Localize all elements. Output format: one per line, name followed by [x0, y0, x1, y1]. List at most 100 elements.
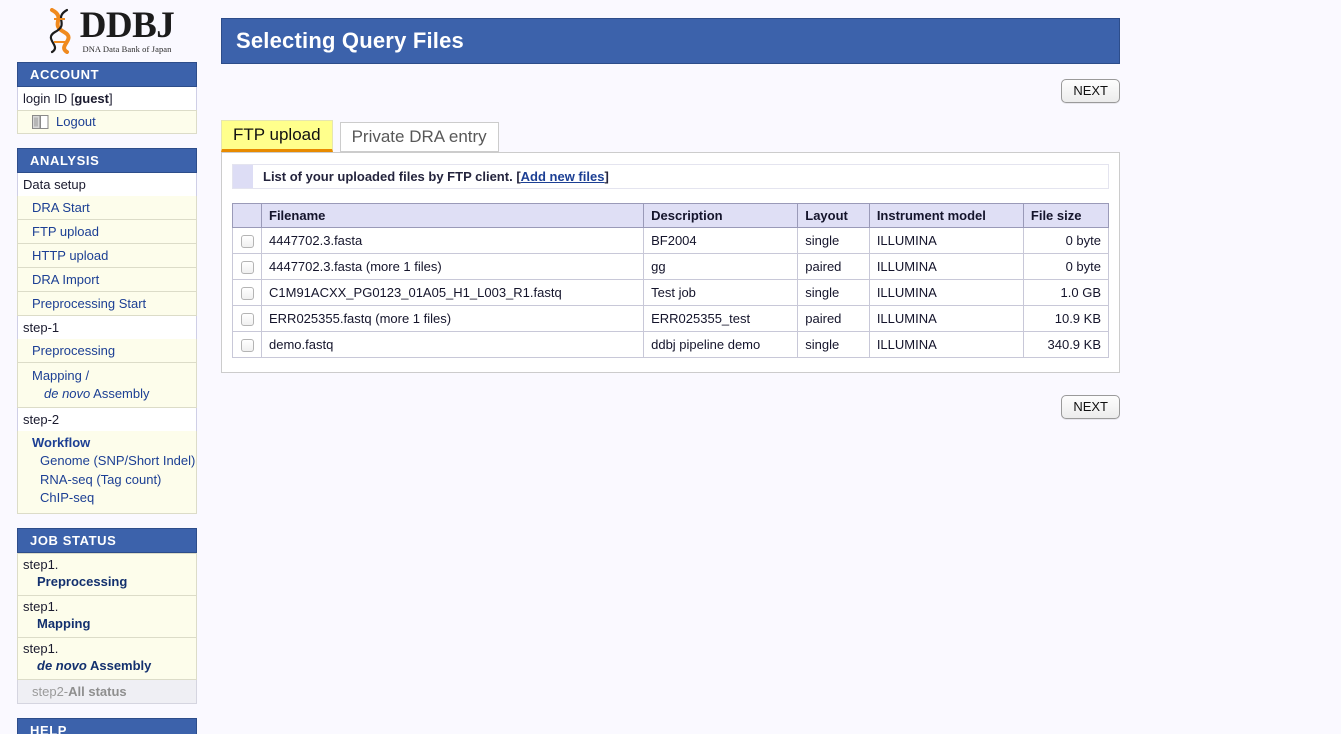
cell-layout: paired [798, 254, 870, 280]
sidebar-item-preprocessing-start[interactable]: Preprocessing Start [17, 292, 197, 316]
job-status-mapping[interactable]: step1. Mapping [17, 596, 197, 638]
next-button-top[interactable]: NEXT [1061, 79, 1120, 103]
mapping-line-1: Mapping / [32, 368, 89, 383]
sidebar-item-ftp-upload[interactable]: FTP upload [17, 220, 197, 244]
column-header-description: Description [644, 204, 798, 228]
table-row: 4447702.3.fasta (more 1 files) gg paired… [233, 254, 1109, 280]
row-checkbox[interactable] [241, 235, 254, 248]
info-bar-message: List of your uploaded files by FTP clien… [263, 169, 513, 184]
cell-layout: single [798, 332, 870, 358]
row-select-cell [233, 306, 262, 332]
cell-layout: single [798, 280, 870, 306]
column-header-select [233, 204, 262, 228]
cell-filesize: 340.9 KB [1023, 332, 1108, 358]
row-checkbox[interactable] [241, 287, 254, 300]
sidebar: DDBJ DNA Data Bank of Japan ACCOUNT logi… [0, 0, 211, 734]
job-status-all-status: step2-All status [17, 680, 197, 704]
mapping-assembly-word: Assembly [90, 386, 149, 401]
login-id-prefix: login ID [ [23, 91, 74, 106]
cell-description: Test job [644, 280, 798, 306]
row-select-cell [233, 254, 262, 280]
cell-filesize: 0 byte [1023, 228, 1108, 254]
sidebar-item-http-upload[interactable]: HTTP upload [17, 244, 197, 268]
job-prefix-2: step1. [23, 599, 58, 614]
page-root: DDBJ DNA Data Bank of Japan ACCOUNT logi… [0, 0, 1341, 734]
info-bar-text: List of your uploaded files by FTP clien… [253, 165, 609, 188]
job-prefix-3: step1. [23, 641, 58, 656]
cell-instrument: ILLUMINA [869, 280, 1023, 306]
uploaded-files-table: Filename Description Layout Instrument m… [232, 203, 1109, 358]
cell-filesize: 0 byte [1023, 254, 1108, 280]
cell-filename: ERR025355.fastq (more 1 files) [262, 306, 644, 332]
job-status-preprocessing[interactable]: step1. Preprocessing [17, 553, 197, 596]
cell-filename: C1M91ACXX_PG0123_01A05_H1_L003_R1.fastq [262, 280, 644, 306]
add-files-bracket-close: ] [604, 169, 608, 184]
cell-filename: demo.fastq [262, 332, 644, 358]
column-header-layout: Layout [798, 204, 870, 228]
sidebar-item-rna-seq[interactable]: RNA-seq (Tag count) [17, 471, 197, 489]
account-list: login ID [guest] [17, 87, 197, 110]
job-status-list: step1. Preprocessing step1. Mapping step… [17, 553, 197, 703]
next-row-bottom: NEXT [221, 395, 1120, 419]
tab-bar: FTP upload Private DRA entry [221, 121, 1341, 152]
job-name-2: Mapping [23, 616, 196, 633]
cell-layout: single [798, 228, 870, 254]
job-italic-3: de novo [37, 658, 87, 673]
job-status-de-novo-assembly[interactable]: step1. de novo Assembly [17, 638, 197, 680]
info-bar: List of your uploaded files by FTP clien… [232, 164, 1109, 189]
cell-filename: 4447702.3.fasta [262, 228, 644, 254]
sidebar-item-dra-import[interactable]: DRA Import [17, 268, 197, 292]
group-label-data-setup: Data setup [17, 173, 197, 196]
tab-ftp-upload[interactable]: FTP upload [221, 120, 333, 152]
cell-layout: paired [798, 306, 870, 332]
row-select-cell [233, 280, 262, 306]
section-header-help: HELP [17, 718, 197, 734]
logo-tagline: DNA Data Bank of Japan [82, 44, 171, 54]
login-id-row: login ID [guest] [17, 87, 197, 110]
cell-filesize: 1.0 GB [1023, 280, 1108, 306]
next-row-top: NEXT [221, 79, 1120, 103]
next-button-bottom[interactable]: NEXT [1061, 395, 1120, 419]
add-new-files-link[interactable]: Add new files [521, 169, 605, 184]
table-row: demo.fastq ddbj pipeline demo single ILL… [233, 332, 1109, 358]
main-content: Selecting Query Files NEXT FTP upload Pr… [221, 0, 1341, 734]
cell-description: gg [644, 254, 798, 280]
sidebar-item-preprocessing[interactable]: Preprocessing [17, 339, 197, 363]
group-label-step1: step-1 [17, 316, 197, 339]
file-list-panel: List of your uploaded files by FTP clien… [221, 152, 1120, 373]
page-banner: Selecting Query Files [221, 18, 1120, 64]
job-name-1: Preprocessing [23, 574, 196, 591]
logout-label: Logout [56, 114, 96, 129]
mapping-de-novo: de novo [44, 386, 90, 401]
cell-description: ddbj pipeline demo [644, 332, 798, 358]
row-checkbox[interactable] [241, 261, 254, 274]
row-select-cell [233, 228, 262, 254]
sidebar-item-chip-seq[interactable]: ChIP-seq [17, 489, 197, 514]
sidebar-item-dra-start[interactable]: DRA Start [17, 196, 197, 220]
column-header-filename: Filename [262, 204, 644, 228]
ddbj-logo[interactable]: DDBJ DNA Data Bank of Japan [0, 0, 211, 62]
sidebar-item-genome-snp[interactable]: Genome (SNP/Short Indel) [17, 452, 197, 470]
table-row: C1M91ACXX_PG0123_01A05_H1_L003_R1.fastq … [233, 280, 1109, 306]
column-header-file-size: File size [1023, 204, 1108, 228]
all-status-label: All status [68, 684, 127, 699]
cell-description: ERR025355_test [644, 306, 798, 332]
sidebar-item-workflow[interactable]: Workflow [17, 431, 197, 452]
login-id-suffix: ] [109, 91, 113, 106]
row-select-cell [233, 332, 262, 358]
section-header-job-status: JOB STATUS [17, 528, 197, 553]
row-checkbox[interactable] [241, 313, 254, 326]
cell-instrument: ILLUMINA [869, 228, 1023, 254]
logout-button[interactable]: Logout [17, 110, 197, 134]
sidebar-item-mapping-assembly[interactable]: Mapping / de novo Assembly [17, 363, 197, 408]
page-title: Selecting Query Files [236, 28, 464, 54]
table-row: 4447702.3.fasta BF2004 single ILLUMINA 0… [233, 228, 1109, 254]
cell-instrument: ILLUMINA [869, 306, 1023, 332]
tab-private-dra-entry[interactable]: Private DRA entry [340, 122, 499, 152]
section-header-account: ACCOUNT [17, 62, 197, 87]
mapping-line-2: de novo Assembly [32, 385, 196, 403]
column-header-instrument-model: Instrument model [869, 204, 1023, 228]
analysis-list: Data setup DRA Start FTP upload HTTP upl… [17, 173, 197, 514]
row-checkbox[interactable] [241, 339, 254, 352]
job-name-3: de novo Assembly [23, 658, 196, 675]
